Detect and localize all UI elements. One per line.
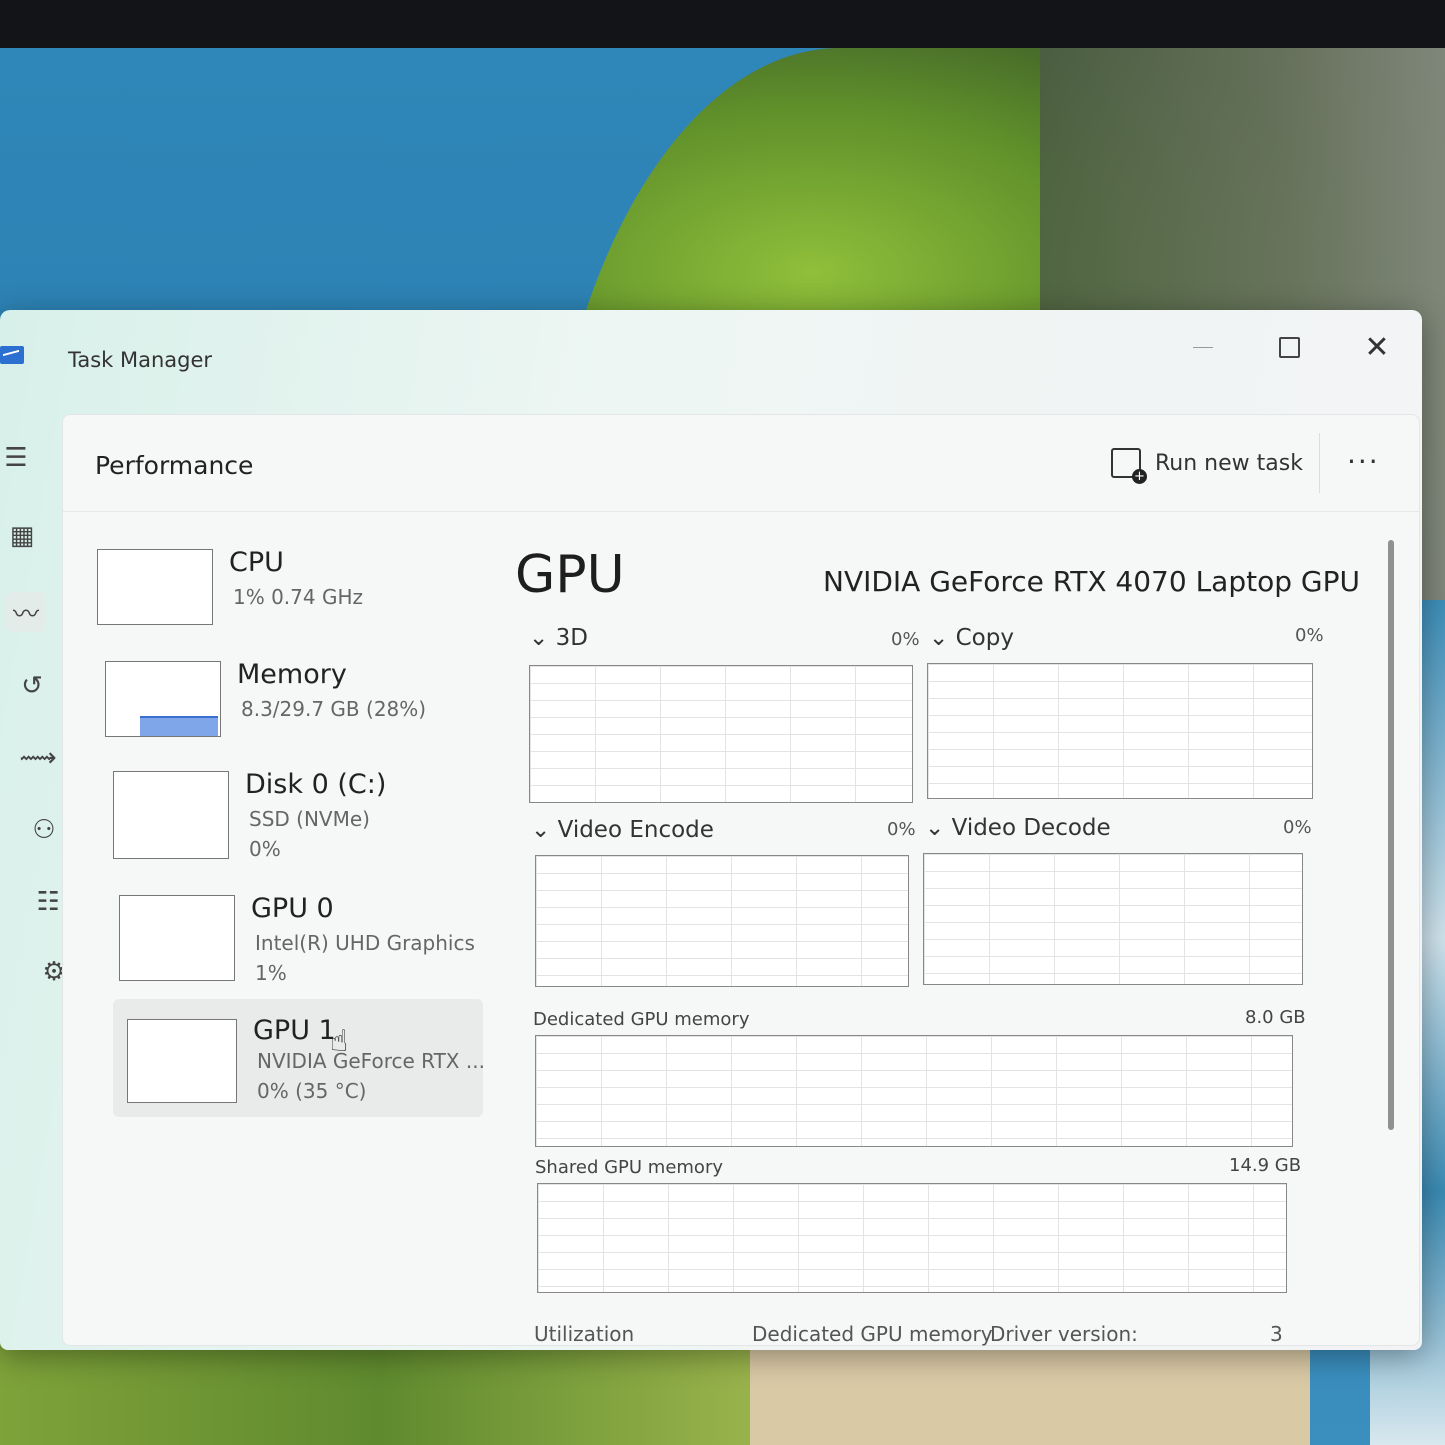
device-detail: SSD (NVMe) <box>249 807 370 831</box>
driver-version-label: Driver version: <box>990 1322 1138 1346</box>
dedicated-memory-graph <box>535 1035 1293 1147</box>
engine-3d-percent: 0% <box>891 629 920 650</box>
cpu-thumbnail-graph <box>97 549 213 625</box>
device-gpu-0[interactable]: GPU 0 Intel(R) UHD Graphics 1% <box>115 885 505 997</box>
device-detail: 8.3/29.7 GB (28%) <box>241 697 427 721</box>
hamburger-icon[interactable]: ☰ <box>0 438 36 478</box>
maximize-icon <box>1278 336 1300 358</box>
minimize-button[interactable] <box>1180 324 1226 370</box>
device-detail: 1% 0.74 GHz <box>233 585 364 609</box>
screen-bezel <box>0 0 1445 48</box>
maximize-button[interactable] <box>1266 324 1312 370</box>
engine-selector-copy[interactable]: ⌄ Copy <box>929 625 1014 651</box>
page-title: Performance <box>95 451 254 480</box>
wallpaper-beach <box>750 1340 1310 1445</box>
memory-thumbnail-graph <box>105 661 221 737</box>
processes-icon[interactable]: ▦ <box>2 516 42 556</box>
more-options-button[interactable]: ··· <box>1347 445 1380 478</box>
chevron-down-icon: ⌄ <box>531 817 558 843</box>
startup-apps-icon[interactable]: ⟿ <box>18 738 58 778</box>
device-name: Disk 0 (C:) <box>245 769 387 800</box>
device-memory[interactable]: Memory 8.3/29.7 GB (28%) <box>101 651 491 763</box>
device-name: CPU <box>229 547 284 578</box>
header-divider <box>1319 433 1320 493</box>
window-title: Task Manager <box>68 348 213 372</box>
run-new-task-button[interactable]: Run new task <box>1111 445 1303 484</box>
chevron-down-icon: ⌄ <box>929 625 956 651</box>
disk-thumbnail-graph <box>113 771 229 859</box>
close-icon: ✕ <box>1364 329 1390 365</box>
wallpaper-grass <box>0 1340 760 1445</box>
dedicated-memory-stat-label: Dedicated GPU memory <box>752 1322 993 1346</box>
app-history-icon[interactable]: ↺ <box>12 666 52 706</box>
engine-video-decode-percent: 0% <box>1283 817 1312 838</box>
chevron-down-icon: ⌄ <box>925 815 952 841</box>
gpu-model-name: NVIDIA GeForce RTX 4070 Laptop GPU <box>823 565 1360 598</box>
gpu-title: GPU <box>515 545 625 605</box>
device-usage: 1% <box>255 961 287 985</box>
engine-video-encode-graph <box>535 855 909 987</box>
gpu1-thumbnail-graph <box>127 1019 237 1103</box>
hand-cursor-icon: ☝ <box>330 1024 349 1059</box>
engine-video-encode-percent: 0% <box>887 819 916 840</box>
shared-memory-graph <box>537 1183 1287 1293</box>
engine-selector-video-encode[interactable]: ⌄ Video Encode <box>531 817 714 843</box>
users-icon[interactable]: ⚇ <box>24 810 64 850</box>
engine-selector-3d[interactable]: ⌄ 3D <box>529 625 588 651</box>
shared-memory-label: Shared GPU memory <box>535 1157 723 1178</box>
shared-memory-max: 14.9 GB <box>1229 1155 1302 1176</box>
run-new-task-label: Run new task <box>1155 450 1303 476</box>
engine-3d-graph <box>529 665 913 803</box>
title-bar[interactable]: Task Manager ✕ <box>0 310 1422 410</box>
performance-panel: Performance Run new task ··· CPU 1% 0.74… <box>62 414 1420 1346</box>
engine-copy-graph <box>927 663 1313 799</box>
engine-video-decode-graph <box>923 853 1303 985</box>
device-name: GPU 0 <box>251 893 334 924</box>
chevron-down-icon: ⌄ <box>529 625 556 651</box>
engine-copy-percent: 0% <box>1295 625 1324 646</box>
device-cpu[interactable]: CPU 1% 0.74 GHz <box>93 539 483 651</box>
gpu0-thumbnail-graph <box>119 895 235 981</box>
utilization-label: Utilization <box>534 1322 635 1346</box>
device-disk-0[interactable]: Disk 0 (C:) SSD (NVMe) 0% <box>109 761 499 873</box>
run-task-icon <box>1111 448 1147 484</box>
device-usage: 0% <box>249 837 281 861</box>
minimize-icon <box>1193 346 1213 348</box>
task-manager-app-icon <box>0 346 24 364</box>
engine-selector-video-decode[interactable]: ⌄ Video Decode <box>925 815 1111 841</box>
performance-icon[interactable]: 〰 <box>6 592 46 632</box>
scrollbar[interactable] <box>1388 540 1394 1130</box>
device-usage: 0% (35 °C) <box>257 1079 367 1103</box>
dedicated-memory-label: Dedicated GPU memory <box>533 1009 750 1030</box>
device-detail: NVIDIA GeForce RTX ... <box>257 1049 485 1073</box>
close-button[interactable]: ✕ <box>1354 324 1400 370</box>
device-name: GPU 1 <box>253 1015 336 1046</box>
panel-header: Performance Run new task ··· <box>63 415 1419 512</box>
device-detail: Intel(R) UHD Graphics <box>255 931 475 955</box>
dedicated-memory-max: 8.0 GB <box>1245 1007 1306 1028</box>
task-manager-window: Task Manager ✕ ☰ ▦ 〰 ↺ ⟿ ⚇ ☷ ⚙ ⚙ Perform… <box>0 310 1422 1350</box>
driver-version-value: 3 <box>1270 1322 1283 1346</box>
memory-usage-fill <box>140 716 218 736</box>
device-gpu-1[interactable]: GPU 1 NVIDIA GeForce RTX ... 0% (35 °C) <box>113 999 485 1117</box>
device-name: Memory <box>237 659 347 690</box>
